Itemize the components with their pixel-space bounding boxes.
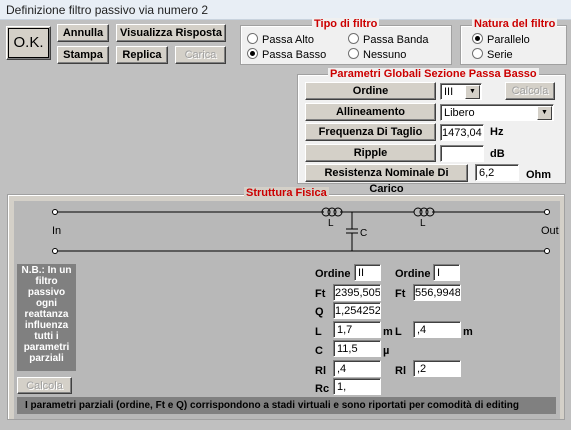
radio-passa-banda[interactable]: Passa Banda	[348, 33, 428, 47]
radio-passa-basso[interactable]: Passa Basso	[247, 48, 326, 62]
ordine-select-value: III	[444, 86, 454, 98]
tipo-filtro-legend: Tipo di filtro	[312, 18, 380, 30]
col1-q-label: Q	[315, 306, 324, 318]
col1-c-unit: µ	[383, 345, 390, 357]
col1-c-label: C	[315, 345, 323, 357]
c-label: C	[360, 228, 368, 239]
col1-c-input[interactable]: 11,5	[333, 340, 381, 357]
nb-note: N.B.: In un filtro passivo ogni reattanz…	[17, 264, 76, 371]
radio-indicator	[247, 48, 258, 59]
radio-indicator	[348, 48, 359, 59]
col2-ft-label: Ft	[395, 288, 406, 300]
col2-ordine-label: Ordine	[395, 268, 431, 280]
annulla-button[interactable]: Annulla	[57, 24, 109, 42]
ripple-unit: dB	[490, 148, 505, 160]
radio-indicator	[472, 33, 483, 44]
ripple-input[interactable]	[440, 145, 484, 162]
allineamento-label-button[interactable]: Allineamento	[305, 103, 436, 121]
col1-rl-input[interactable]: ,4	[333, 360, 381, 377]
struttura-fisica-legend: Struttura Fisica	[244, 187, 329, 199]
natura-filtro-legend: Natura del filtro	[472, 18, 558, 30]
radio-passa-alto[interactable]: Passa Alto	[247, 33, 314, 47]
calcola-struttura-button[interactable]: Calcola	[17, 377, 72, 394]
col1-ft-label: Ft	[315, 288, 326, 300]
footer-note: I parametri parziali (ordine, Ft e Q) co…	[17, 397, 556, 414]
col2-rl-label: Rl	[395, 365, 406, 377]
ripple-label-button[interactable]: Ripple	[305, 144, 436, 162]
stampa-button[interactable]: Stampa	[57, 46, 109, 64]
col2-l-label: L	[395, 326, 402, 338]
radio-label: Passa Alto	[262, 34, 314, 46]
allineamento-select-value: Libero	[444, 107, 475, 119]
out-label: Out	[541, 225, 559, 237]
radio-indicator	[247, 33, 258, 44]
col1-l-label: L	[315, 326, 322, 338]
frequenza-label-button[interactable]: Frequenza Di Taglio	[305, 123, 436, 141]
col2-l-input[interactable]: ,4	[413, 321, 461, 338]
radio-label: Serie	[487, 49, 513, 61]
radio-indicator	[348, 33, 359, 44]
col1-ordine-input[interactable]: II	[354, 264, 381, 281]
carica-button[interactable]: Carica	[175, 46, 226, 64]
col2-ft-input[interactable]: 556,9948	[413, 284, 461, 301]
col1-rc-input[interactable]: 1,	[333, 378, 381, 395]
ok-button[interactable]: O.K.	[6, 26, 51, 60]
radio-label: Nessuno	[363, 49, 407, 61]
col1-ft-input[interactable]: 2395,505	[333, 284, 381, 301]
capacitor-c-icon	[346, 212, 358, 251]
allineamento-select[interactable]: Libero ▼	[440, 104, 554, 121]
radio-serie[interactable]: Serie	[472, 48, 513, 62]
l2-label: L	[420, 218, 426, 229]
window-title: Definizione filtro passivo via numero 2	[6, 3, 209, 17]
chevron-down-icon: ▼	[537, 106, 552, 120]
frequenza-input[interactable]: 1473,04	[440, 124, 484, 141]
ordine-label-button[interactable]: Ordine	[305, 82, 436, 100]
radio-parallelo[interactable]: Parallelo	[472, 33, 530, 47]
col1-l-input[interactable]: 1,7	[333, 321, 381, 338]
col1-q-input[interactable]: 1,254252	[333, 302, 381, 319]
replica-button[interactable]: Replica	[116, 46, 168, 64]
in-label: In	[52, 225, 62, 237]
col2-rl-input[interactable]: ,2	[413, 360, 461, 377]
frequenza-unit: Hz	[490, 126, 504, 138]
visualizza-risposta-button[interactable]: Visualizza Risposta	[116, 24, 226, 42]
col2-ordine-input[interactable]: I	[433, 264, 460, 281]
radio-nessuno[interactable]: Nessuno	[348, 48, 406, 62]
radio-label: Passa Banda	[363, 34, 429, 46]
col1-l-unit: m	[383, 326, 393, 338]
col1-ordine-label: Ordine	[315, 268, 351, 280]
resistenza-label-button[interactable]: Resistenza Nominale Di Carico	[305, 164, 468, 195]
l1-label: L	[328, 218, 334, 229]
calcola-global-button[interactable]: Calcola	[505, 82, 555, 100]
title-bar: Definizione filtro passivo via numero 2	[0, 0, 571, 20]
inductor-l1-icon	[321, 207, 343, 217]
parametri-globali-legend: Parametri Globali Sezione Passa Basso	[328, 68, 539, 80]
resistenza-input[interactable]: 6,2	[475, 164, 519, 181]
circuit-diagram	[52, 207, 550, 254]
inductor-l2-icon	[413, 207, 435, 217]
col1-rc-label: Rc	[315, 383, 330, 395]
chevron-down-icon: ▼	[465, 85, 480, 99]
col1-rl-label: Rl	[315, 365, 326, 377]
radio-indicator	[472, 48, 483, 59]
resistenza-unit: Ohm	[526, 169, 552, 181]
radio-label: Parallelo	[487, 34, 530, 46]
radio-label: Passa Basso	[262, 49, 327, 61]
col2-l-unit: m	[463, 326, 473, 338]
ordine-select[interactable]: III ▼	[440, 83, 482, 100]
